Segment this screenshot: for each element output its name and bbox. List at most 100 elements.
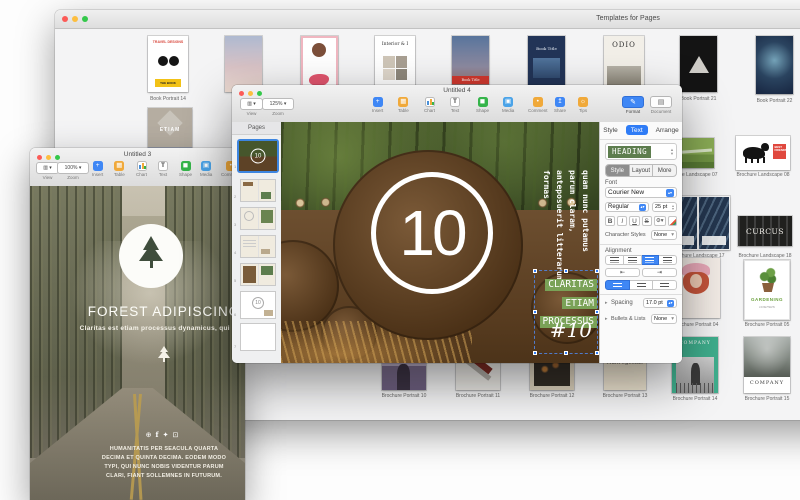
- twitter-icon[interactable]: ✦: [163, 432, 173, 439]
- template-item[interactable]: Book Title: [528, 36, 565, 92]
- text-button[interactable]: T Text: [450, 97, 460, 113]
- media-button[interactable]: ▣ Media: [502, 97, 514, 113]
- seg-layout[interactable]: Layout: [630, 165, 654, 176]
- template-item[interactable]: Book Portrait 22: [756, 36, 793, 94]
- character-styles-dropdown[interactable]: None▾: [651, 230, 677, 240]
- camera-icon[interactable]: ⊡: [172, 432, 182, 439]
- template-item[interactable]: [301, 36, 338, 92]
- template-item[interactable]: CURCUS Brochure Landscape 18: [738, 216, 792, 246]
- paragraph-style-picker[interactable]: HEADING ▲▼: [605, 143, 677, 160]
- chart-button[interactable]: Chart: [424, 97, 435, 113]
- stepper-icon[interactable]: ▴▾: [639, 204, 646, 211]
- stepper-icon[interactable]: ▲▼: [670, 148, 674, 155]
- template-item[interactable]: TRAVEL DESIGNS THE BOOK Book Portrait 14: [148, 36, 188, 92]
- table-button[interactable]: ▦ Table: [114, 161, 125, 177]
- shape-button[interactable]: ◼ Shape: [179, 161, 192, 177]
- stepper-icon[interactable]: ▴▾: [666, 189, 674, 197]
- untitled3-document[interactable]: FOREST ADIPISCING Claritas est etiam pro…: [30, 186, 245, 500]
- media-button[interactable]: ▣ Media: [200, 161, 212, 177]
- italic-button[interactable]: I: [617, 216, 627, 226]
- indent-decrease-button[interactable]: ⇤: [605, 268, 640, 277]
- stepper-icon[interactable]: ▴▾: [667, 300, 674, 307]
- share-button[interactable]: ↥ Share: [554, 97, 566, 113]
- insert-button[interactable]: + Insert: [372, 97, 383, 113]
- disclosure-triangle-icon[interactable]: ▸: [605, 300, 608, 306]
- template-item[interactable]: ODIO: [604, 36, 644, 92]
- spacing-dropdown[interactable]: 17.0 pt ▴▾: [643, 298, 677, 308]
- ch art-button[interactable]: Chart: [136, 161, 147, 177]
- align-center-button[interactable]: [624, 255, 642, 265]
- tips-button[interactable]: ☼ Tips: [578, 97, 588, 113]
- page-thumbnail-selected[interactable]: 10: [237, 139, 279, 173]
- align-justify-button[interactable]: [659, 255, 677, 265]
- disclosure-triangle-icon[interactable]: ▸: [605, 316, 608, 322]
- view-button[interactable]: ▥ ▾ View: [36, 162, 59, 180]
- seg-style[interactable]: Style: [606, 165, 630, 176]
- page-thumbnail[interactable]: [241, 208, 275, 229]
- indent-increase-button[interactable]: ⇥: [642, 268, 677, 277]
- untitled3-header[interactable]: Untitled 3 ▥ ▾ View 100% ▾ Zoom + Insert…: [30, 148, 245, 187]
- advanced-options-gear-icon[interactable]: ⚙▾: [654, 216, 666, 226]
- seg-more[interactable]: More: [653, 165, 676, 176]
- font-size-value: 25 pt: [655, 204, 667, 210]
- tab-arrange[interactable]: Arrange: [651, 125, 684, 135]
- template-cover: Interior & I: [375, 36, 415, 92]
- close-button[interactable]: [62, 16, 68, 22]
- align-right-button[interactable]: [642, 255, 660, 265]
- bold-button[interactable]: B: [605, 216, 615, 226]
- doc-footer-text[interactable]: HUMANITATIS PER SEACULA QUARTA DECIMA ET…: [64, 445, 245, 481]
- page-thumbnail[interactable]: [241, 180, 275, 201]
- doc-heading[interactable]: FOREST ADIPISCING: [30, 304, 245, 319]
- page-thumbnail[interactable]: [241, 236, 275, 257]
- selection-box[interactable]: [534, 270, 598, 354]
- view-button[interactable]: ▥ ▾ View: [240, 98, 263, 116]
- format-button[interactable]: ✎ Format: [622, 96, 644, 114]
- text-color-well[interactable]: [668, 216, 677, 226]
- minimize-button[interactable]: [72, 16, 78, 22]
- untitled4-document[interactable]: 10 quam nunc putamus parum claram, antep…: [281, 122, 600, 363]
- font-family-dropdown[interactable]: Courier New ▴▾: [605, 187, 677, 198]
- comment-button[interactable]: • Comment: [528, 97, 548, 113]
- pages-sidebar: Pages 1 10 2 3 4 5 6 10: [232, 122, 282, 363]
- template-item[interactable]: Book Title: [452, 36, 489, 92]
- template-item[interactable]: GARDENING courses Brochure Portrait 05: [744, 260, 790, 320]
- document-button[interactable]: ▤ Document: [650, 96, 672, 114]
- underline-button[interactable]: U: [629, 216, 639, 226]
- templates-titlebar[interactable]: Templates for Pages: [55, 10, 800, 29]
- share-icon[interactable]: ⊕: [146, 432, 156, 439]
- tab-text[interactable]: Text: [626, 125, 648, 135]
- text-button[interactable]: T Text: [158, 161, 168, 177]
- template-item[interactable]: BEST FRIENDS Brochure Landscape 08: [736, 136, 790, 170]
- pages-tab[interactable]: Pages: [232, 122, 281, 135]
- align-bottom-button[interactable]: [653, 280, 677, 290]
- table-button[interactable]: ▦ Table: [398, 97, 409, 113]
- strikethrough-button[interactable]: S: [642, 216, 652, 226]
- zoom-dropdown[interactable]: 100% ▾ Zoom: [57, 162, 89, 180]
- social-icons[interactable]: ⊕f✦⊡: [30, 430, 245, 439]
- bullets-dropdown[interactable]: None▾: [651, 314, 677, 324]
- shape-button[interactable]: ◼ Shape: [476, 97, 489, 113]
- template-item[interactable]: COMPANY Brochure Portrait 15: [744, 337, 790, 393]
- template-item[interactable]: Book Portrait 21: [680, 36, 717, 92]
- template-item[interactable]: Interior & I: [375, 36, 415, 92]
- align-middle-button[interactable]: [630, 280, 654, 290]
- align-left-button[interactable]: [605, 255, 624, 265]
- page-thumbnail[interactable]: [241, 324, 275, 350]
- align-top-button[interactable]: [605, 280, 630, 290]
- shape-icon: ◼: [181, 161, 191, 171]
- tab-style[interactable]: Style: [598, 125, 622, 135]
- stepper-icon[interactable]: ▴▾: [672, 204, 674, 211]
- cover-number-circle[interactable]: 10: [371, 172, 493, 294]
- doc-subtitle[interactable]: Claritas est etiam processus dynamicus, …: [30, 325, 245, 332]
- page-thumbnail[interactable]: 10: [241, 292, 275, 318]
- facebook-icon[interactable]: f: [156, 430, 163, 439]
- fullscreen-button[interactable]: [82, 16, 88, 22]
- insert-button[interactable]: + Insert: [92, 161, 103, 177]
- untitled4-header[interactable]: Untitled 4 ▥ ▾ View 125% ▾ Zoom + Insert…: [232, 85, 682, 123]
- page-thumbnail[interactable]: [241, 264, 275, 285]
- tree-logo[interactable]: [119, 224, 183, 288]
- font-weight-dropdown[interactable]: Regular ▴▾: [605, 202, 649, 212]
- template-item[interactable]: [225, 36, 262, 92]
- font-size-stepper[interactable]: 25 pt ▴▾: [652, 202, 677, 212]
- zoom-dropdown[interactable]: 125% ▾ Zoom: [262, 98, 294, 116]
